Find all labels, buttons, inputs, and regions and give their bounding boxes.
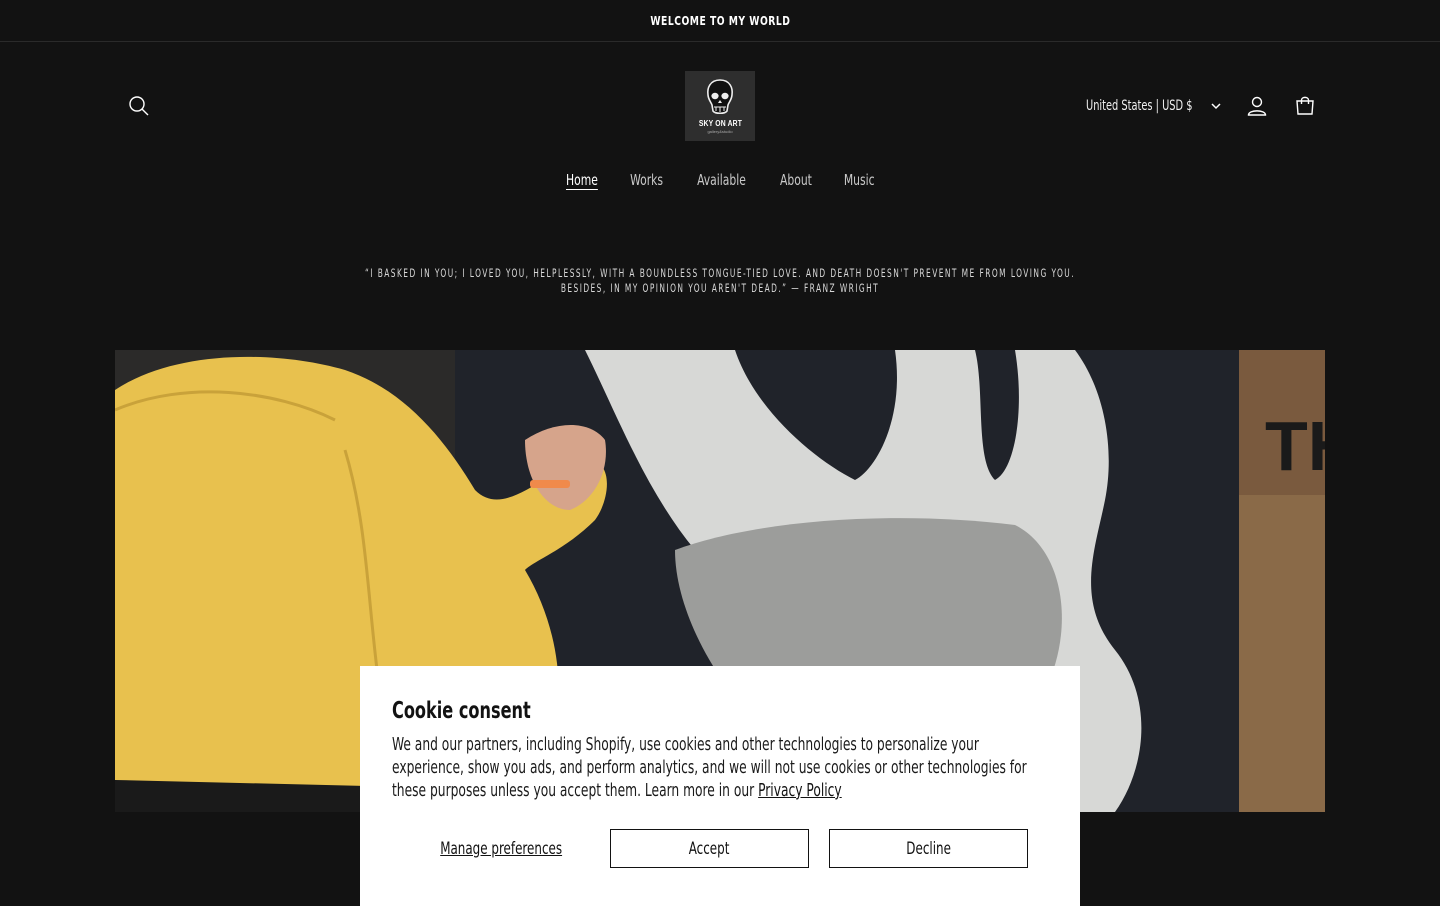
quote-line-2: BESIDES, IN MY OPINION YOU AREN'T DEAD.”… xyxy=(560,281,880,295)
accept-label: Accept xyxy=(689,838,730,859)
manage-preferences-button[interactable]: Manage preferences xyxy=(392,829,610,868)
decline-button[interactable]: Decline xyxy=(829,829,1028,868)
quote-text: “I BASKED IN YOU; I LOVED YOU, HELPLESSL… xyxy=(313,266,1127,296)
accept-button[interactable]: Accept xyxy=(610,829,809,868)
account-button[interactable] xyxy=(1235,84,1279,128)
site-header: SKY ON ART gallery&studio United States … xyxy=(0,42,1440,189)
announcement-text: WELCOME TO MY WORLD xyxy=(649,13,791,28)
announcement-bar: WELCOME TO MY WORLD xyxy=(0,0,1440,42)
localization-label: United States | USD $ xyxy=(1086,98,1193,114)
cart-icon xyxy=(1296,96,1314,115)
logo-text: SKY ON ART xyxy=(698,119,742,128)
search-button[interactable] xyxy=(117,84,161,128)
cookie-title: Cookie consent xyxy=(392,698,531,724)
site-logo[interactable]: SKY ON ART gallery&studio xyxy=(685,71,755,141)
decline-label: Decline xyxy=(906,838,951,859)
manage-preferences-label: Manage preferences xyxy=(440,838,562,859)
cookie-body-text: We and our partners, including Shopify, … xyxy=(392,735,1027,801)
privacy-policy-link[interactable]: Privacy Policy xyxy=(758,781,842,801)
cookie-consent-dialog: Cookie consent We and our partners, incl… xyxy=(360,666,1080,906)
skull-logo-icon xyxy=(707,79,733,115)
chevron-down-icon xyxy=(1211,103,1221,110)
svg-text:TH: TH xyxy=(1265,407,1325,485)
logo-subtext: gallery&studio xyxy=(707,129,733,134)
country-currency-selector[interactable]: United States | USD $ xyxy=(1086,94,1222,118)
cookie-actions: Manage preferences Accept Decline xyxy=(392,829,1048,868)
search-icon xyxy=(129,96,149,116)
account-icon xyxy=(1247,96,1267,116)
cart-button[interactable] xyxy=(1283,84,1327,128)
cookie-body: We and our partners, including Shopify, … xyxy=(392,734,1032,803)
quote-line-1: “I BASKED IN YOU; I LOVED YOU, HELPLESSL… xyxy=(364,266,1076,280)
quote-section: “I BASKED IN YOU; I LOVED YOU, HELPLESSL… xyxy=(0,170,1440,350)
